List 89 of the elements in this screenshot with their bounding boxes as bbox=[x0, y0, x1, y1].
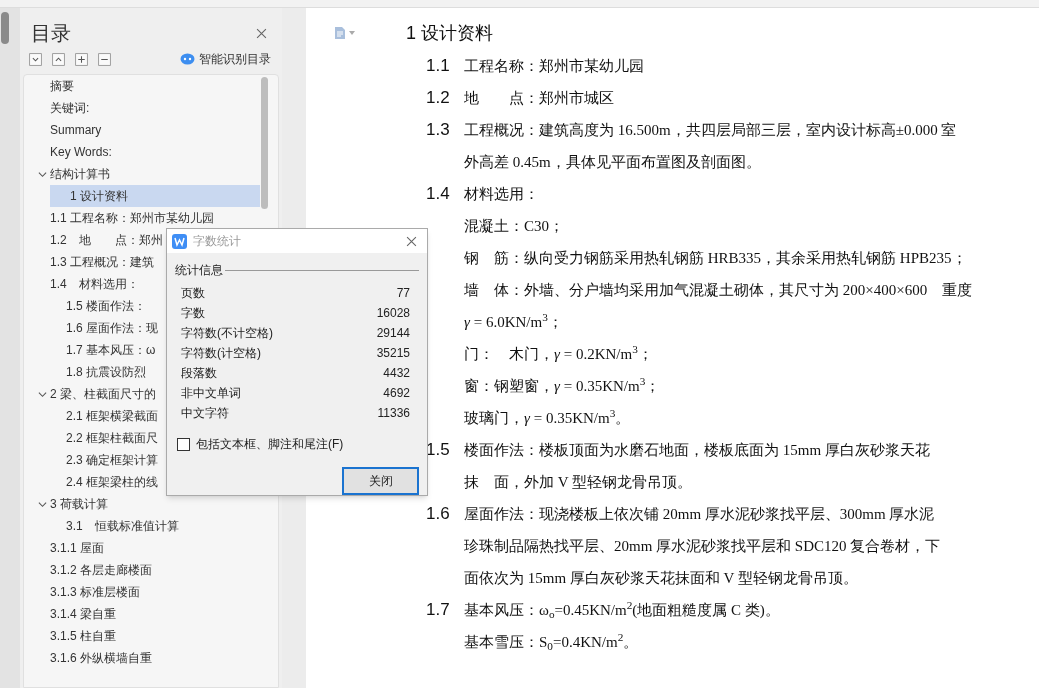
paragraph-line: 玻璃门，γ = 0.35KN/m$^{3}$。 bbox=[464, 406, 632, 428]
close-icon[interactable] bbox=[256, 27, 267, 39]
toc-item[interactable]: 1.5 楼面作法： bbox=[66, 295, 154, 317]
toc-item[interactable]: 2 梁、柱截面尺寸的 bbox=[50, 383, 164, 405]
paragraph-line: 混凝土：C30； bbox=[464, 217, 565, 236]
document-icon bbox=[334, 26, 346, 40]
stat-value: 16028 bbox=[376, 305, 410, 323]
toc-item[interactable]: 3.1.6 外纵横墙自重 bbox=[50, 647, 161, 669]
toc-item[interactable]: 关键词: bbox=[50, 97, 98, 119]
section-number: 1.7 bbox=[426, 599, 451, 621]
toc-item[interactable]: 3.1.4 梁自重 bbox=[50, 603, 125, 625]
chevron-icon[interactable] bbox=[38, 389, 47, 399]
toc-item[interactable]: 2.2 框架柱截面尺 bbox=[66, 427, 166, 449]
panel-title: 目录 bbox=[31, 21, 71, 46]
scroll-handle[interactable] bbox=[1, 12, 9, 44]
plus-icon[interactable] bbox=[75, 52, 88, 66]
stat-value: 4692 bbox=[383, 385, 410, 403]
stat-label: 中文字符 bbox=[181, 405, 229, 423]
paragraph-line: 工程概况：建筑高度为 16.500m，共四层局部三层，室内设计标高±0.000 室 bbox=[464, 121, 957, 140]
caret-icon bbox=[349, 31, 355, 35]
toc-item[interactable]: 1.6 屋面作法：现 bbox=[66, 317, 166, 339]
paragraph-line: 墙 体：外墙、分户墙均采用加气混凝土砌体，其尺寸为 200×400×600 重度 bbox=[464, 281, 973, 300]
stat-label: 页数 bbox=[181, 285, 205, 303]
stat-value: 11336 bbox=[377, 405, 410, 423]
chevron-icon[interactable] bbox=[38, 499, 47, 509]
stat-label: 字数 bbox=[181, 305, 205, 323]
expand-icon[interactable] bbox=[52, 52, 65, 66]
dialog-title: 字数统计 bbox=[193, 233, 241, 251]
cloud-icon bbox=[180, 53, 195, 65]
close-button[interactable]: 关闭 bbox=[342, 467, 419, 495]
paragraph-line: 外高差 0.45m，具体见平面布置图及剖面图。 bbox=[464, 153, 762, 172]
stat-value: 35215 bbox=[376, 345, 410, 363]
paragraph-line: 珍珠制品隔热找平层、20mm 厚水泥砂浆找平层和 SDC120 复合卷材，下 bbox=[464, 537, 941, 556]
scrollbar-thumb[interactable] bbox=[261, 77, 268, 209]
toc-item[interactable]: 1.3 工程概况：建筑 bbox=[50, 251, 162, 273]
stat-label: 段落数 bbox=[181, 365, 217, 383]
stat-label: 字符数(计空格) bbox=[181, 345, 261, 363]
paragraph-line: 门： 木门，γ = 0.2KN/m$^{3}$； bbox=[464, 342, 654, 364]
option-label: 包括文本框、脚注和尾注(F) bbox=[196, 436, 344, 454]
toc-item[interactable]: 3 荷载计算 bbox=[50, 493, 116, 515]
toc-item[interactable]: 3.1.3 标准层楼面 bbox=[50, 581, 149, 603]
toc-item[interactable]: 1.8 抗震设防烈 bbox=[66, 361, 154, 383]
paragraph-line: 材料选用： bbox=[464, 185, 539, 204]
toc-item[interactable]: 3.1.2 各层走廊楼面 bbox=[50, 559, 161, 581]
section-number: 1.3 bbox=[426, 119, 451, 141]
paragraph-line: 窗：钢塑窗，γ = 0.35KN/m$^{3}$； bbox=[464, 374, 662, 396]
section-number: 1.4 bbox=[426, 183, 451, 205]
paragraph-line: 钢 筋：纵向受力钢筋采用热轧钢筋 HRB335，其余采用热轧钢筋 HPB235； bbox=[464, 249, 968, 268]
paragraph-line: 楼面作法：楼板顶面为水磨石地面，楼板底面为 15mm 厚白灰砂浆天花 bbox=[464, 441, 930, 460]
stat-label: 非中文单词 bbox=[181, 385, 241, 403]
checkbox[interactable] bbox=[177, 437, 190, 451]
toc-item[interactable]: Key Words: bbox=[50, 141, 120, 163]
toc-item[interactable]: 3.1.5 柱自重 bbox=[50, 625, 125, 647]
paragraph-line: 面依次为 15mm 厚白灰砂浆天花抹面和 V 型轻钢龙骨吊顶。 bbox=[464, 569, 859, 588]
paragraph-line: 基本雪压：S$_{0}$=0.4KN/m$^{2}$。 bbox=[464, 630, 640, 654]
toc-item[interactable]: 结构计算书 bbox=[50, 163, 118, 185]
paragraph-line: 抹 面，外加 V 型轻钢龙骨吊顶。 bbox=[464, 473, 694, 492]
toc-item[interactable]: 3.1.1 屋面 bbox=[50, 537, 113, 559]
toc-item[interactable]: 2.1 框架横梁截面 bbox=[66, 405, 166, 427]
paragraph-line: 基本风压：ω$_{o}$=0.45KN/m$^{2}$(地面粗糙度属 C 类)。 bbox=[464, 598, 780, 622]
toc-item[interactable]: 摘要 bbox=[50, 75, 82, 97]
stat-value: 77 bbox=[396, 285, 410, 303]
toc-item[interactable]: 2.4 框架梁柱的线 bbox=[66, 471, 166, 493]
section-number: 1.5 bbox=[426, 439, 451, 461]
collapse-icon[interactable] bbox=[29, 52, 42, 66]
toc-item[interactable]: 1.4 材料选用： bbox=[50, 273, 147, 295]
toc-item[interactable]: 1.1 工程名称：郑州市某幼儿园 bbox=[50, 207, 222, 229]
paragraph-line: 屋面作法：现浇楼板上依次铺 20mm 厚水泥砂浆找平层、300mm 厚水泥 bbox=[464, 505, 936, 524]
chevron-icon[interactable] bbox=[38, 169, 47, 179]
section-number: 1.6 bbox=[426, 503, 451, 525]
section-number: 1.2 bbox=[426, 87, 451, 109]
paragraph-line: 地 点：郑州市城区 bbox=[464, 89, 614, 108]
toc-item[interactable]: Summary bbox=[50, 119, 110, 141]
smart-toc-button[interactable]: 智能识别目录 bbox=[180, 50, 271, 68]
toc-item[interactable]: 2.3 确定框架计算 bbox=[66, 449, 166, 471]
stat-value: 29144 bbox=[376, 325, 410, 343]
section-heading: 1 设计资料 bbox=[406, 21, 494, 45]
group-label: 统计信息 bbox=[175, 262, 223, 280]
minus-icon[interactable] bbox=[98, 52, 111, 66]
stat-value: 4432 bbox=[383, 365, 410, 383]
app-logo-icon bbox=[172, 233, 187, 249]
toc-item[interactable]: 1 设计资料 bbox=[50, 185, 260, 207]
toc-item[interactable]: 3.1 恒载标准值计算 bbox=[66, 515, 187, 537]
section-number: 1.1 bbox=[426, 55, 451, 77]
stat-label: 字符数(不计空格) bbox=[181, 325, 273, 343]
paragraph-line: γ = 6.0KN/m$^{3}$； bbox=[464, 310, 564, 332]
close-icon[interactable] bbox=[406, 235, 417, 247]
paragraph-line: 工程名称：郑州市某幼儿园 bbox=[464, 57, 644, 76]
toc-item[interactable]: 1.7 基本风压：ω bbox=[66, 339, 164, 361]
